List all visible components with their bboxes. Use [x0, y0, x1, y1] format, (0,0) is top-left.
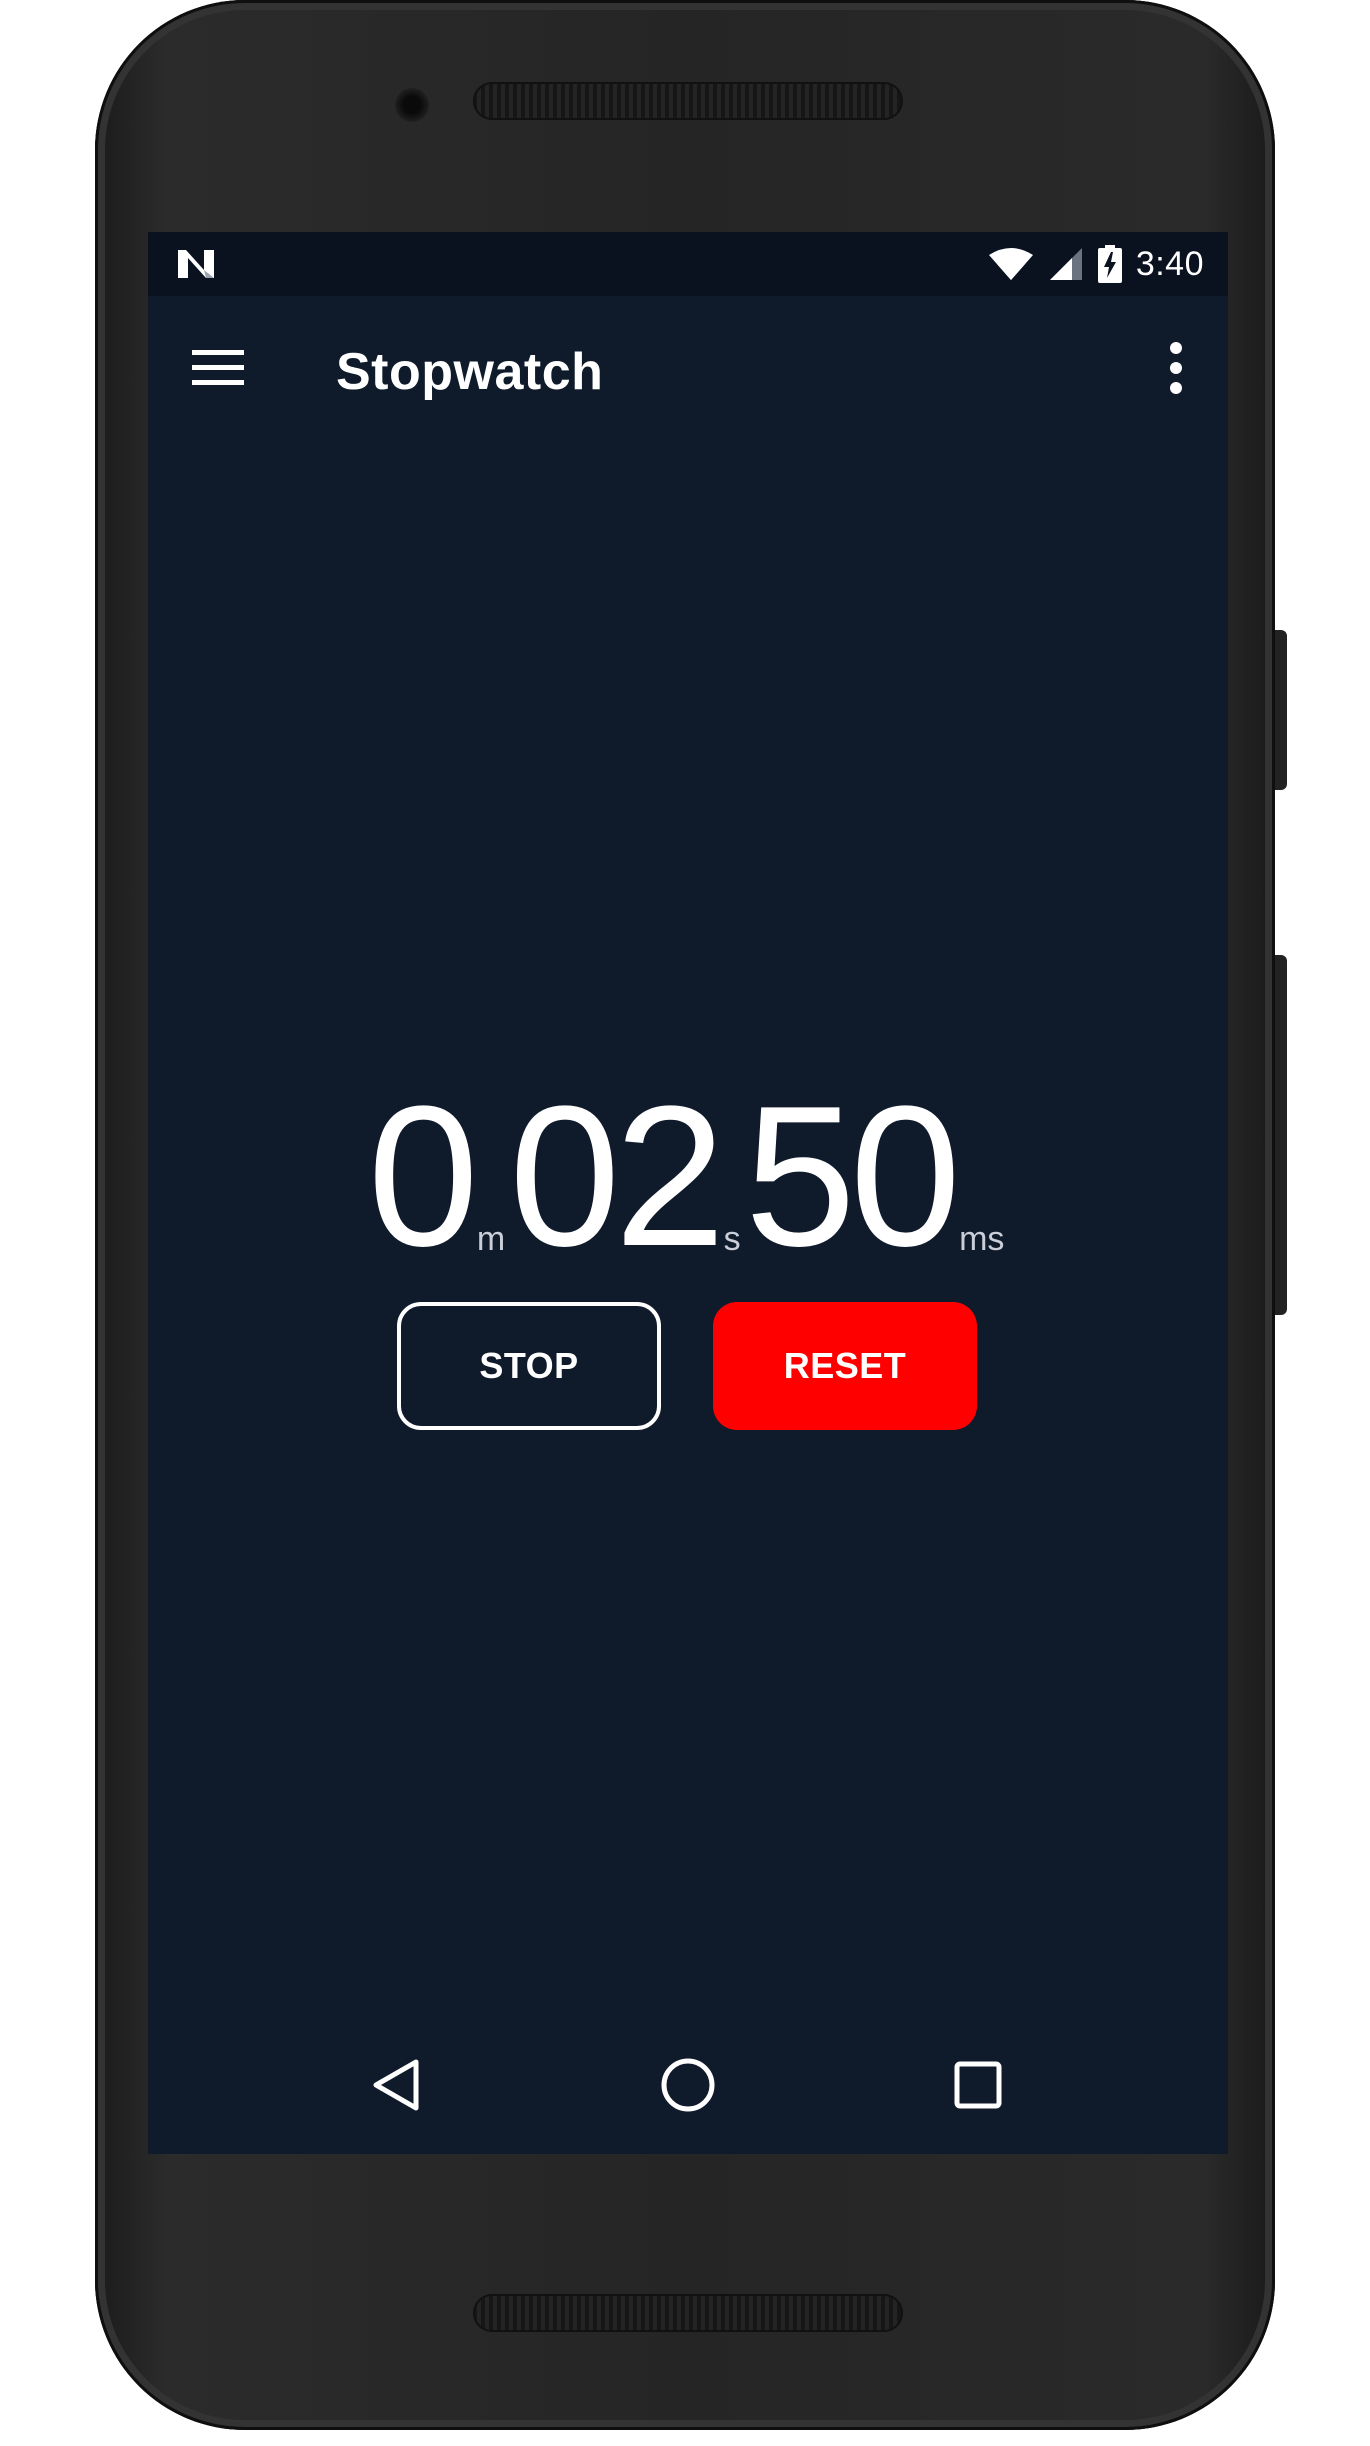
stopwatch-display: 0 m 02 s 50 ms	[148, 1065, 1228, 1288]
milliseconds-unit: ms	[959, 1220, 1005, 1258]
hamburger-menu-icon[interactable]	[192, 348, 244, 388]
volume-rocker	[1275, 955, 1287, 1315]
milliseconds-value: 50	[744, 1065, 961, 1288]
home-circle-icon[interactable]	[653, 2050, 723, 2120]
seconds-value: 02	[509, 1065, 725, 1288]
navigation-bar	[148, 2020, 1228, 2154]
stop-button-label: STOP	[479, 1345, 579, 1386]
power-button	[1275, 630, 1287, 790]
status-bar: 3:40	[148, 232, 1228, 296]
cell-signal-icon	[1049, 248, 1082, 280]
minutes-unit: m	[476, 1220, 506, 1258]
app-bar: Stopwatch	[148, 296, 1228, 448]
recents-square-icon[interactable]	[943, 2050, 1013, 2120]
app-title: Stopwatch	[336, 343, 604, 401]
seconds-unit: s	[723, 1220, 741, 1258]
back-triangle-icon[interactable]	[362, 2050, 432, 2120]
status-time: 3:40	[1135, 244, 1204, 283]
reset-button[interactable]: RESET	[713, 1302, 977, 1430]
front-camera	[395, 88, 429, 122]
stop-button[interactable]: STOP	[397, 1302, 661, 1430]
battery-charging-icon	[1097, 245, 1122, 283]
reset-button-label: RESET	[783, 1345, 907, 1386]
wifi-icon	[988, 248, 1033, 280]
top-speaker-grille	[473, 82, 903, 120]
more-vert-icon[interactable]	[1168, 340, 1184, 396]
android-n-icon	[178, 250, 214, 278]
minutes-value: 0	[367, 1065, 479, 1288]
screen: 3:40 Stopwatch 0 m 02 s 50 ms STOP RESET	[148, 232, 1228, 2154]
bottom-speaker-grille	[473, 2294, 903, 2332]
